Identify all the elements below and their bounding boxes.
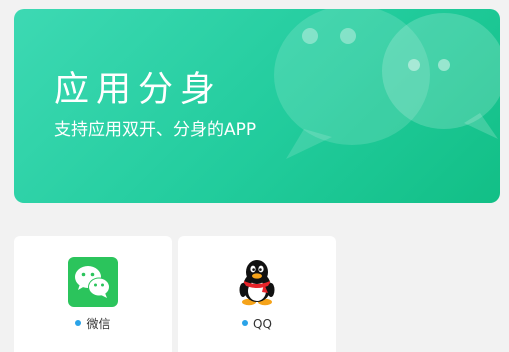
app-card-wechat[interactable]: 微信 — [14, 236, 172, 352]
status-dot — [242, 320, 249, 326]
app-clone-banner: 应用分身 支持应用双开、分身的APP — [14, 9, 500, 203]
wechat-icon — [68, 257, 118, 307]
qq-penguin-icon — [239, 260, 275, 306]
app-name: QQ — [253, 317, 272, 331]
app-name: 微信 — [86, 317, 111, 331]
banner-title: 应用分身 — [54, 70, 223, 110]
app-card-qq[interactable]: QQ — [178, 236, 336, 352]
banner-subtitle: 支持应用双开、分身的APP — [54, 120, 257, 140]
status-dot — [75, 320, 82, 326]
app-label-wechat: 微信 — [14, 317, 172, 331]
app-label-qq: QQ — [178, 317, 336, 331]
